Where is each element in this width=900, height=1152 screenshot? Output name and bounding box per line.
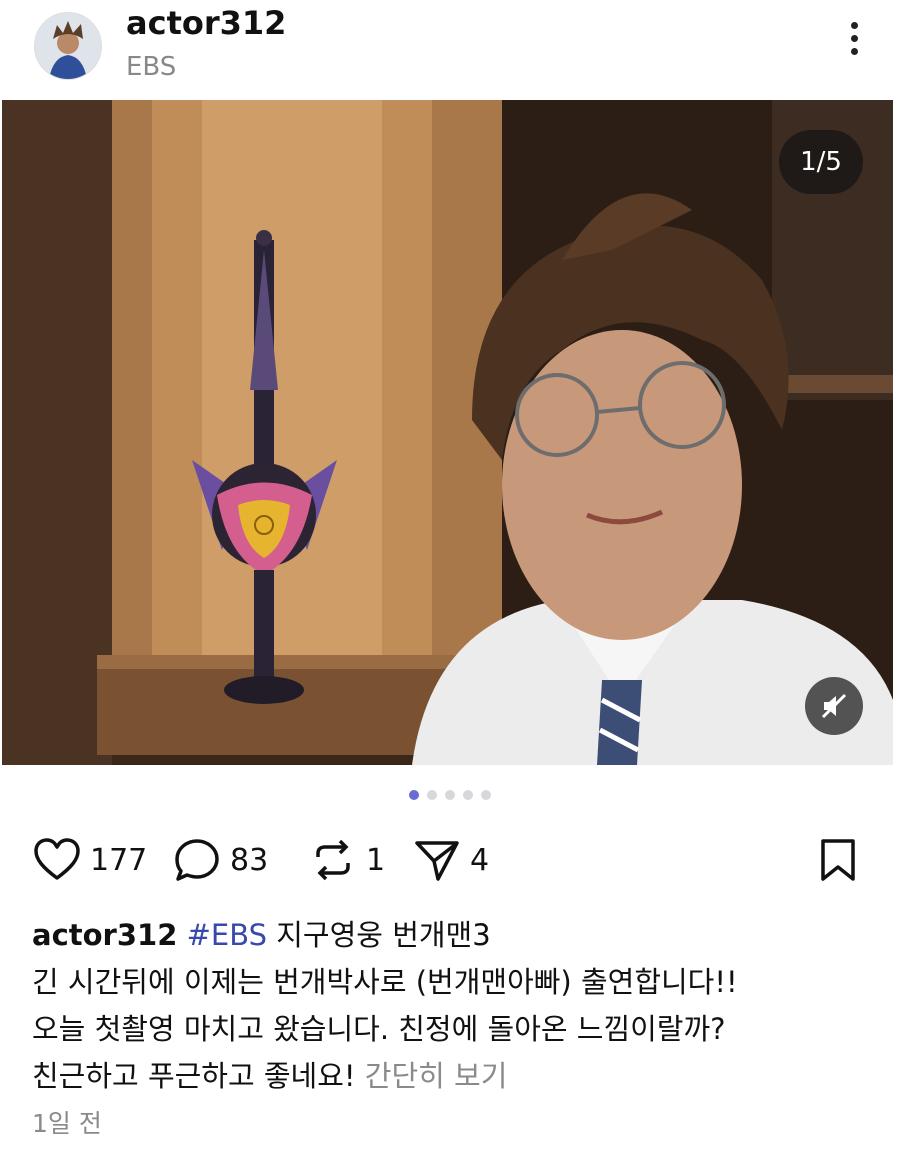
caption-title: 지구영웅 번개맨3: [267, 918, 491, 952]
post-header: actor312 EBS: [0, 0, 900, 100]
username[interactable]: actor312: [126, 4, 286, 42]
more-options-button[interactable]: [842, 22, 866, 66]
hashtag-link[interactable]: #EBS: [187, 918, 267, 952]
caption-line: 긴 시간뒤에 이제는 번개박사로 (번개맨아빠) 출연합니다!!: [32, 965, 738, 999]
caption-first-line: actor312 #EBS 지구영웅 번개맨3: [32, 912, 872, 959]
post-timestamp: 1일 전: [32, 1109, 102, 1138]
image-counter: 1/5: [779, 130, 863, 194]
repost-icon: [316, 839, 350, 881]
caption-username[interactable]: actor312: [32, 918, 177, 952]
carousel-dot[interactable]: [445, 790, 455, 800]
post-caption: actor312 #EBS 지구영웅 번개맨3 긴 시간뒤에 이제는 번개박사로…: [32, 912, 872, 1100]
collapse-caption-link[interactable]: 간단히 보기: [365, 1059, 508, 1093]
repost-button[interactable]: 1: [308, 830, 385, 890]
share-button[interactable]: 4: [412, 830, 489, 890]
like-button[interactable]: 177: [32, 830, 147, 890]
bookmark-button[interactable]: [808, 830, 868, 890]
carousel-dot[interactable]: [427, 790, 437, 800]
caption-line: 친근하고 푸근하고 좋네요!: [32, 1059, 365, 1093]
post-subtitle: EBS: [126, 52, 177, 82]
caption-last-line: 친근하고 푸근하고 좋네요! 간단히 보기: [32, 1053, 872, 1100]
comment-icon: [175, 839, 219, 881]
carousel-dot[interactable]: [463, 790, 473, 800]
comment-count: 83: [230, 842, 269, 878]
speaker-muted-icon: [821, 693, 847, 719]
heart-icon: [34, 838, 80, 880]
avatar[interactable]: [34, 12, 102, 80]
mute-button[interactable]: [805, 677, 863, 735]
post-image[interactable]: 1/5: [2, 100, 893, 765]
bookmark-icon: [821, 839, 855, 881]
carousel-dot[interactable]: [409, 790, 419, 800]
caption-line: 오늘 첫촬영 마치고 왔습니다. 친정에 돌아온 느낌이랄까?: [32, 1012, 726, 1046]
action-bar: 177 83 1 4: [32, 830, 868, 890]
share-count: 4: [470, 842, 490, 878]
carousel-dot[interactable]: [481, 790, 491, 800]
carousel-indicator: [0, 790, 900, 800]
send-icon: [415, 841, 459, 881]
repost-count: 1: [366, 842, 386, 878]
comment-button[interactable]: 83: [172, 830, 268, 890]
like-count: 177: [90, 842, 148, 878]
